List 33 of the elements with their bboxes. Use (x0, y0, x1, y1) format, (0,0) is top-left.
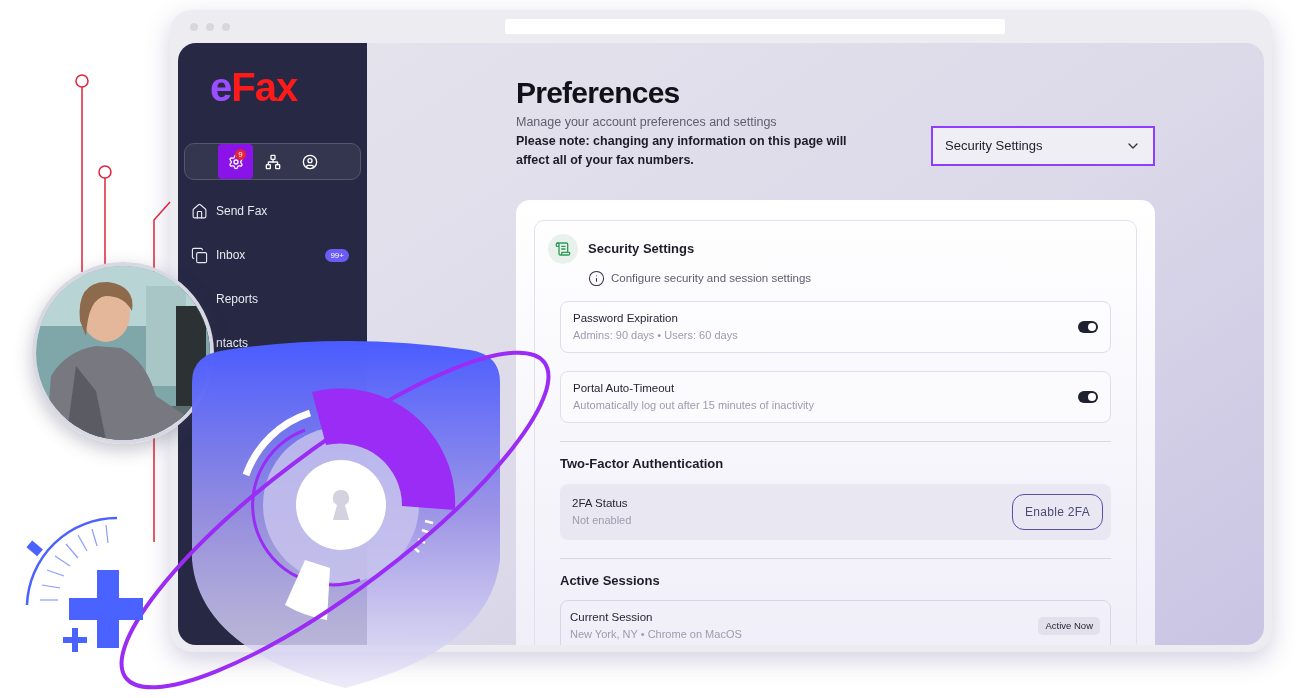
sidebar-item[interactable]: Reports (216, 290, 259, 308)
toggle-switch[interactable] (1078, 391, 1098, 403)
section-dropdown[interactable]: Security Settings (931, 125, 1155, 166)
session-label: Current Session (570, 610, 654, 626)
setting-detail: Automatically log out after 15 minutes of inactivity (573, 398, 814, 414)
setting-label: Password Expiration (573, 311, 679, 327)
setting-label: 2FA Status (572, 495, 629, 511)
toggle-switch[interactable] (1078, 321, 1098, 333)
enable-2fa-button[interactable]: Enable 2FA (1012, 493, 1103, 530)
status-badge: Active Now (1038, 617, 1100, 635)
info-text: Configure security and session settings (611, 270, 812, 286)
notification-badge: 9 (235, 149, 246, 160)
setting-label: Portal Auto-Timeout (573, 381, 676, 397)
sidebar-item[interactable]: ntacts (216, 334, 248, 352)
count-badge: 99+ (325, 248, 349, 262)
setting-detail: Not enabled (572, 512, 632, 528)
network-icon (264, 153, 281, 170)
settings-icon (227, 153, 244, 170)
page-title: Preferences (516, 75, 681, 111)
document-icon (555, 240, 571, 257)
user-icon (301, 153, 318, 170)
icon-tab[interactable]: 9 (218, 144, 253, 179)
setting-detail: Admins: 90 days • Users: 60 days (573, 328, 738, 344)
page-note: Please note: changing any information on this page will affect all of your fax numbers. (516, 132, 848, 169)
section-heading: Two-Factor Authentication (560, 455, 725, 473)
panel-title: Security Settings (588, 240, 695, 258)
section-heading: Active Sessions (560, 571, 661, 590)
sidebar-item[interactable]: Send Fax (216, 202, 268, 220)
session-detail: New York, NY • Chrome on MacOS (570, 627, 742, 643)
info-icon (588, 269, 605, 287)
sidebar-item[interactable]: Inbox (216, 246, 246, 264)
logo: eFax (210, 67, 299, 107)
page-subtitle: Manage your account preferences and settings (516, 114, 778, 131)
